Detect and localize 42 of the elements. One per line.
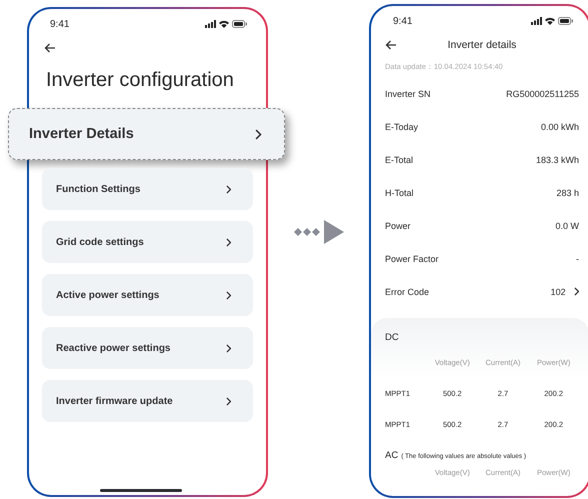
- row-label: E-Total: [385, 154, 414, 164]
- chevron-right-icon: [574, 287, 579, 296]
- row-label: Error Code: [385, 286, 430, 296]
- chevron-right-icon: [255, 128, 262, 140]
- row-label: H-Total: [385, 188, 414, 198]
- menu-item[interactable]: Inverter Details: [8, 108, 285, 160]
- screen-title: Inverter details: [446, 39, 518, 51]
- flow-arrow-icon: [294, 220, 344, 244]
- chevron-right-icon: [226, 184, 231, 194]
- battery-icon: [558, 17, 573, 25]
- menu-item[interactable]: Function Settings: [42, 168, 253, 210]
- wifi-icon: [219, 20, 229, 28]
- row-value: RG500002511255: [506, 88, 579, 98]
- back-arrow-icon[interactable]: [44, 43, 56, 53]
- chevron-right-icon: [226, 396, 231, 406]
- wifi-icon: [545, 17, 555, 25]
- battery-icon: [232, 20, 247, 28]
- row-value: 102: [550, 286, 566, 296]
- signal-icon: [205, 20, 216, 28]
- row-value: 283 h: [556, 188, 579, 198]
- back-arrow-icon[interactable]: [385, 40, 397, 50]
- page-title: Inverter configuration: [46, 69, 235, 92]
- section-title: DC: [385, 332, 400, 343]
- menu-item[interactable]: Inverter firmware update: [42, 380, 253, 422]
- row-value: -: [576, 254, 579, 264]
- row-label: Power: [385, 220, 411, 230]
- row-value: 183.3 kWh: [536, 154, 579, 164]
- chevron-right-icon: [226, 290, 231, 300]
- menu-item[interactable]: Reactive power settings: [42, 327, 253, 369]
- chevron-right-icon: [226, 238, 231, 246]
- row-value: 0.0 W: [555, 220, 579, 230]
- signal-icon: [531, 17, 542, 25]
- row-value: 0.00 kWh: [540, 122, 579, 132]
- menu-item[interactable]: Grid code settings: [42, 221, 253, 263]
- status-time: 9:41: [393, 16, 412, 26]
- row-label: Power Factor: [385, 254, 439, 264]
- status-time: 9:41: [50, 18, 70, 30]
- row-label: E-Today: [385, 122, 418, 132]
- menu-item[interactable]: Active power settings: [42, 274, 253, 316]
- chevron-right-icon: [226, 344, 231, 352]
- section-title: AC: [385, 450, 398, 461]
- row-label: Inverter SN: [385, 88, 431, 98]
